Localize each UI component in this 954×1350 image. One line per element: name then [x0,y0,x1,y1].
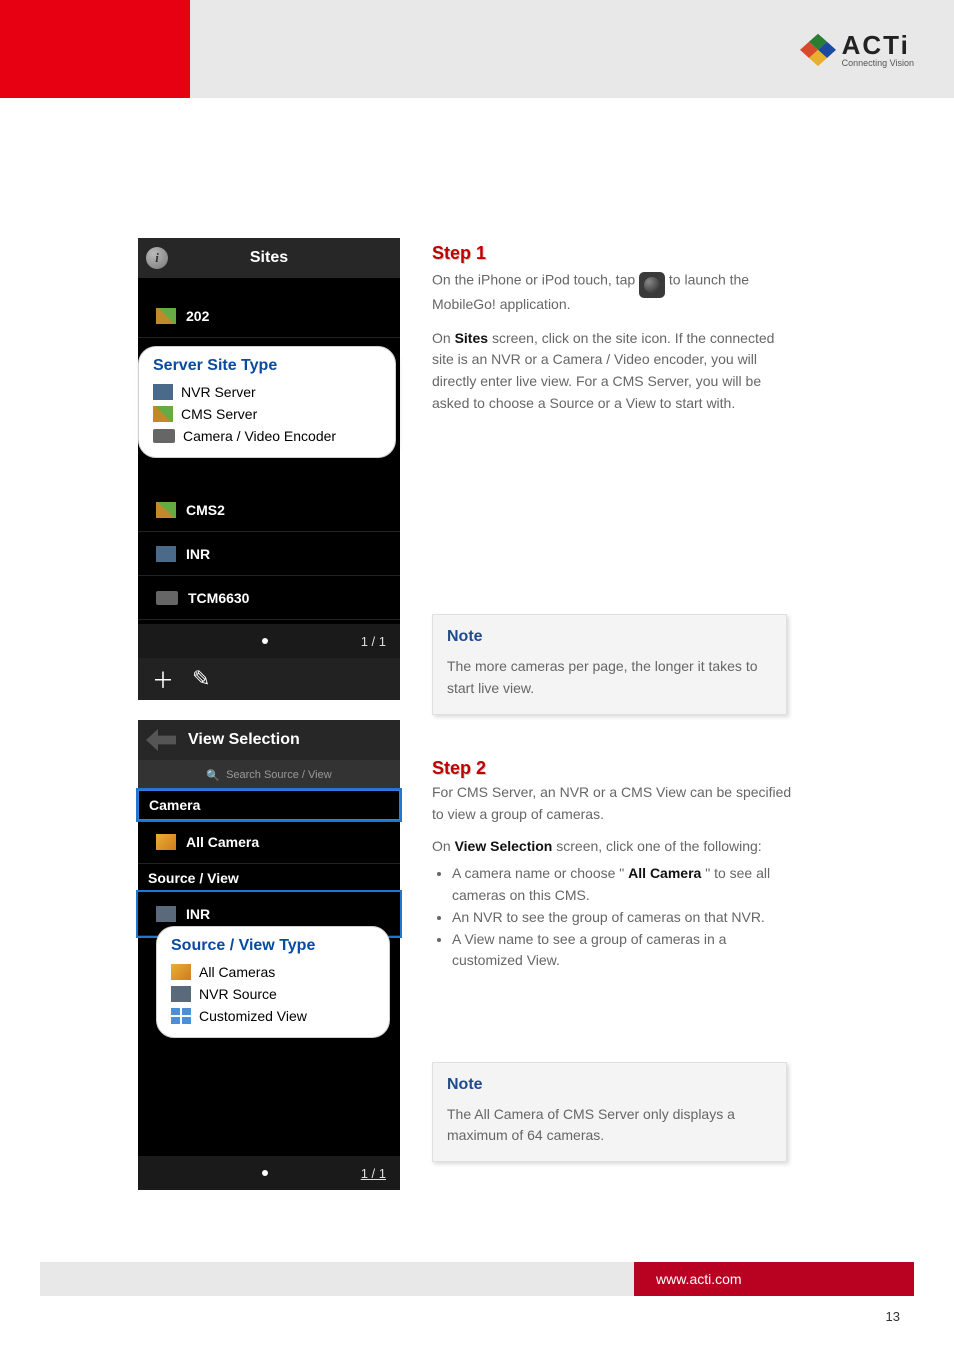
callout-label: All Cameras [199,964,275,980]
server-callout-item: CMS Server [153,403,381,425]
text: A camera name or choose " [452,865,624,881]
note2-title: Note [447,1073,772,1098]
footer-url: www.acti.com [656,1271,742,1287]
source-callout-item: All Cameras [171,961,375,983]
section-source-view: Source / View [138,864,400,892]
source-view-type-callout: Source / View Type All Cameras NVR Sourc… [156,926,390,1038]
all-camera-word: All Camera [628,865,701,881]
step2-list-head: On View Selection screen, click one of t… [432,836,792,858]
server-site-type-callout: Server Site Type NVR Server CMS Server C… [138,346,396,458]
sites-word: Sites [455,330,488,346]
view-title: View Selection [182,731,392,749]
add-site-icon[interactable]: ＋ [152,663,174,695]
edit-site-icon[interactable]: ✎ [192,666,210,692]
step1-label: Step 1 [432,240,792,268]
source-row-label: INR [186,906,210,922]
pager-text: 1 / 1 [361,634,386,649]
server-callout-title: Server Site Type [153,357,381,375]
all-camera-label: All Camera [186,834,259,850]
all-camera-icon [171,964,191,980]
cms-server-icon [156,308,176,324]
sites-toolbar: ＋ ✎ [138,658,400,700]
site-row-tcm6630[interactable]: TCM6630 [138,576,400,620]
page-number: 13 [0,1309,900,1324]
note1-text: The more cameras per page, the longer it… [447,656,772,699]
text: screen, click one of the following: [556,838,761,854]
note1-box: Note The more cameras per page, the long… [432,614,787,714]
cms-server-icon [153,406,173,422]
brand-text-wrap: ACTi Connecting Vision [842,30,914,68]
brand-logo: ACTi Connecting Vision [800,30,914,68]
nvr-source-icon [171,986,191,1002]
top-red-block [0,0,190,98]
step2-intro: For CMS Server, an NVR or a CMS View can… [432,782,792,825]
step2-bullet3: A View name to see a group of cameras in… [452,929,792,972]
mobile-screens-column: i Sites 202 CMS2 INR TCM6630 1 / 1 ＋ [138,238,400,1190]
step2-bullet1: A camera name or choose " All Camera " t… [452,863,792,906]
server-callout-item: NVR Server [153,381,381,403]
sites-pager: 1 / 1 [138,624,400,658]
all-camera-icon [156,834,176,850]
callout-label: Customized View [199,1008,307,1024]
sites-screen-header: i Sites [138,238,400,278]
nvr-server-icon [153,384,173,400]
pager-text: 1 / 1 [361,1166,386,1181]
sites-screen: i Sites 202 CMS2 INR TCM6630 1 / 1 ＋ [138,238,400,700]
note2-text: The All Camera of CMS Server only displa… [447,1104,772,1147]
site-row-label: 202 [186,308,209,324]
callout-label: NVR Source [199,986,277,1002]
all-camera-row[interactable]: All Camera [138,820,400,864]
site-row-label: TCM6630 [188,590,249,606]
source-callout-item: Customized View [171,1005,375,1027]
step2-bullets: A camera name or choose " All Camera " t… [452,863,792,971]
search-placeholder: Search Source / View [226,769,332,781]
top-gray-banner: ACTi Connecting Vision [190,0,954,98]
step1-line1: On the iPhone or iPod touch, tap [432,272,635,288]
customized-view-icon [171,1008,191,1024]
search-source-input[interactable]: 🔍 Search Source / View [138,760,400,790]
instruction-column: Step 1 On the iPhone or iPod touch, tap … [432,240,792,1162]
site-row-label: INR [186,546,210,562]
source-callout-title: Source / View Type [171,937,375,955]
brand-tagline: Connecting Vision [842,59,914,68]
note1-title: Note [447,625,772,650]
source-callout-item: NVR Source [171,983,375,1005]
view-pager: 1 / 1 [138,1156,400,1190]
site-row-cms2[interactable]: CMS2 [138,488,400,532]
camera-icon [156,591,178,605]
text: On [432,330,455,346]
nvr-server-icon [156,546,176,562]
site-row-label: CMS2 [186,502,225,518]
search-icon: 🔍 [206,769,220,782]
back-arrow-icon[interactable] [146,729,176,751]
callout-label: Camera / Video Encoder [183,428,336,444]
server-callout-item: Camera / Video Encoder [153,425,381,447]
step1-text: On the iPhone or iPod touch, tap to laun… [432,268,792,316]
site-row-202[interactable]: 202 [138,294,400,338]
callout-label: CMS Server [181,406,257,422]
app-launcher-icon [639,272,665,298]
info-icon[interactable]: i [146,247,168,269]
nvr-source-icon [156,906,176,922]
pager-dot-icon [262,1170,268,1176]
view-selection-word: View Selection [455,838,553,854]
site-row-inr[interactable]: INR [138,532,400,576]
section-camera: Camera [138,790,400,820]
text: On [432,838,455,854]
camera-icon [153,429,175,443]
view-screen-header: View Selection [138,720,400,760]
step1-text2: On Sites screen, click on the site icon.… [432,328,792,415]
step1-block: Step 1 On the iPhone or iPod touch, tap … [432,240,792,414]
step2-label: Step 2 [432,755,792,783]
callout-label: NVR Server [181,384,256,400]
acti-mark-icon [800,31,836,67]
pager-dot-icon [262,638,268,644]
cms-server-icon [156,502,176,518]
sites-title: Sites [174,249,364,267]
step2-block: Step 2 For CMS Server, an NVR or a CMS V… [432,755,792,972]
note2-box: Note The All Camera of CMS Server only d… [432,1062,787,1162]
footer-url-bar: www.acti.com [634,1262,914,1296]
step2-bullet2: An NVR to see the group of cameras on th… [452,907,792,929]
brand-name: ACTi [842,30,910,60]
